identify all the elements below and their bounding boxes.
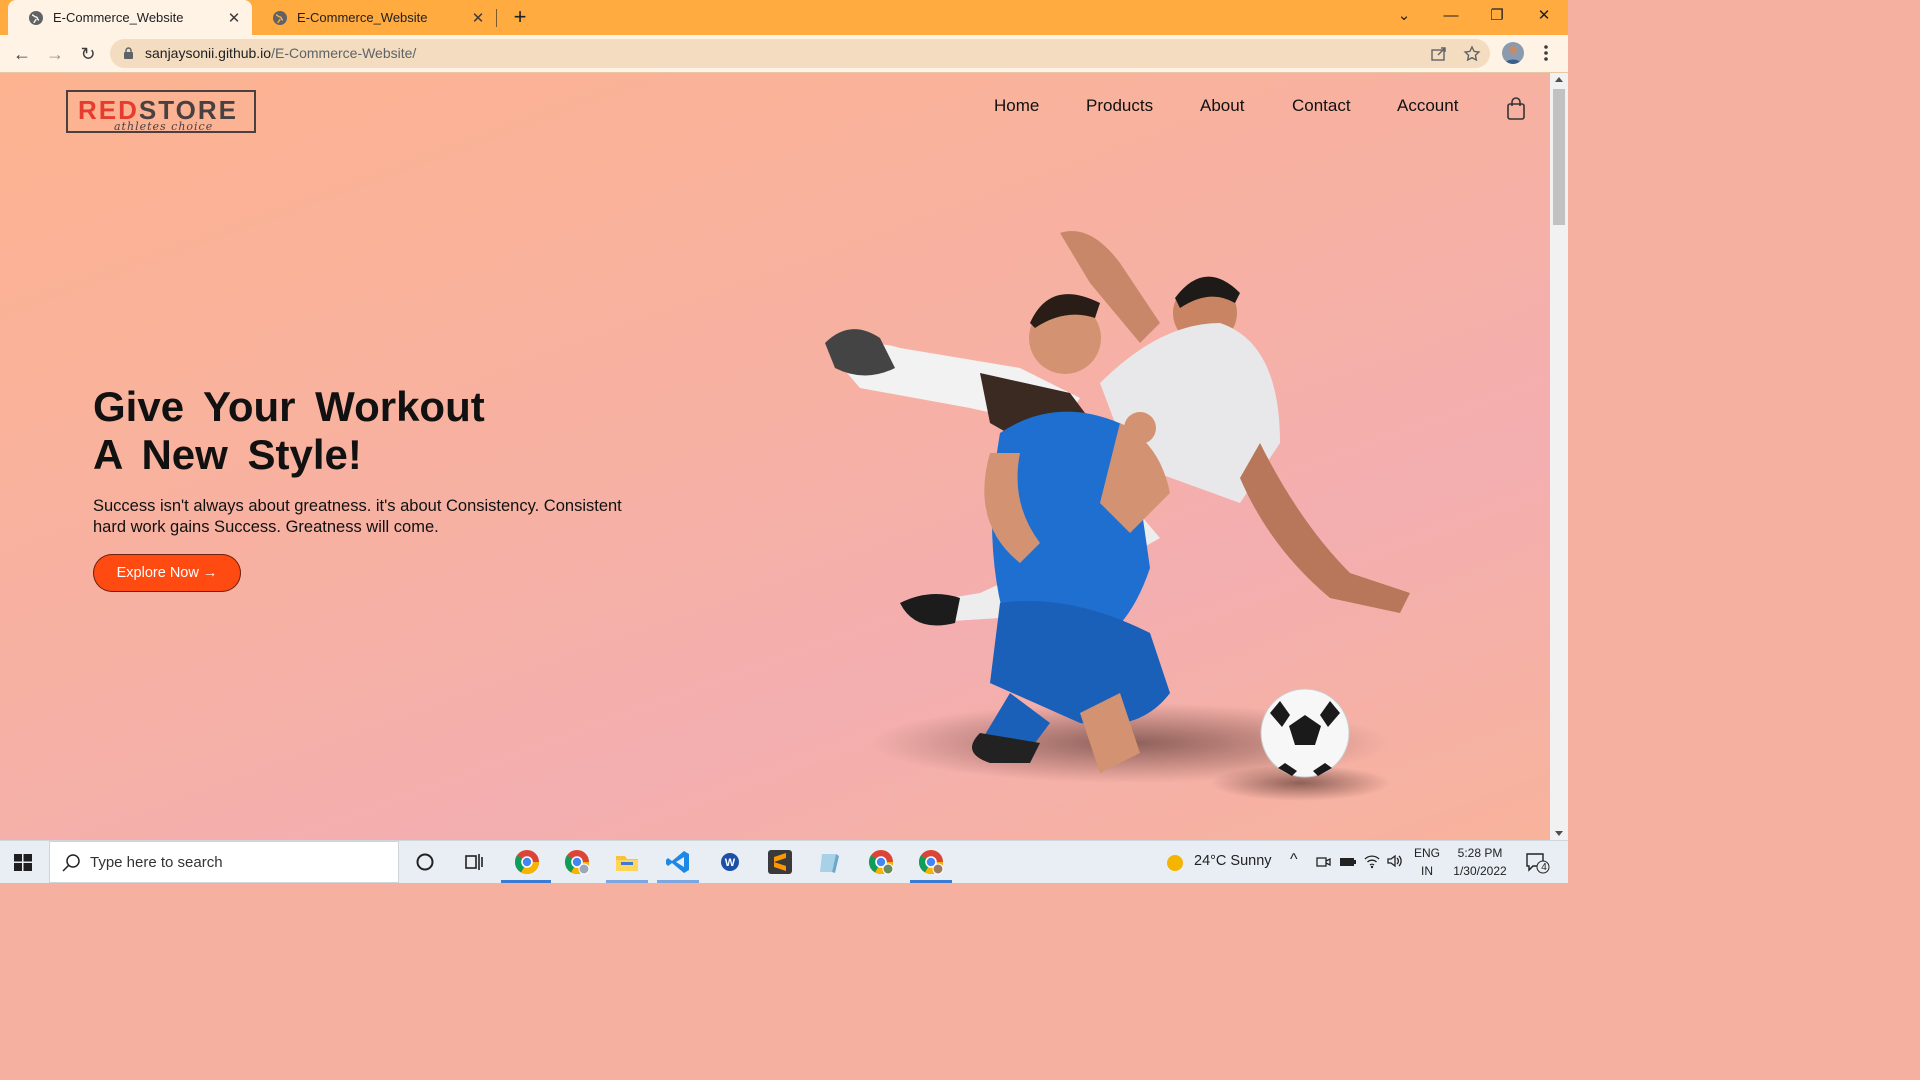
search-placeholder: Type here to search [90,854,223,871]
new-tab-plus-icon[interactable]: + [508,4,532,30]
language-region[interactable]: IN [1412,864,1442,878]
toolbar: ← → ↻ sanjaysonii.github.io/E-Commerce-W… [0,35,1568,73]
menu-kebab-icon[interactable] [1538,40,1554,66]
hero-title-line-2: A New Style! [93,431,362,478]
task-view-icon[interactable] [460,848,488,876]
meet-now-icon[interactable] [1315,854,1331,870]
nav-about[interactable]: About [1200,96,1244,116]
sublime-text-icon[interactable] [766,848,794,876]
back-arrow-icon[interactable]: ← [8,40,36,68]
volume-icon[interactable] [1386,853,1404,869]
wifi-icon[interactable] [1363,853,1381,869]
browser-tab-active[interactable]: E-Commerce_Website ✕ [8,0,252,35]
minimize-icon[interactable]: — [1428,0,1474,32]
running-app-indicator [606,880,648,883]
page-scrollbar[interactable] [1550,73,1568,840]
hero-title: Give Your Workout A New Style! [93,383,485,479]
scroll-up-arrow-icon[interactable] [1555,77,1563,82]
weather-text[interactable]: 24°C Sunny [1194,853,1272,869]
chrome-icon[interactable] [513,848,541,876]
notepad-w-icon[interactable]: W [716,848,744,876]
bookmark-star-icon[interactable] [1463,45,1481,63]
search-icon [62,854,80,872]
vscode-icon[interactable] [664,848,692,876]
tab-strip: E-Commerce_Website ✕ E-Commerce_Website … [0,0,1568,35]
file-explorer-icon[interactable] [613,848,641,876]
lock-icon [124,47,133,59]
profile-avatar[interactable] [1502,42,1524,64]
tab-divider [496,9,497,27]
url-host: sanjaysonii.github.io [145,45,272,61]
running-app-indicator [657,880,699,883]
paint-3d-icon[interactable] [816,848,844,876]
scrollbar-thumb[interactable] [1553,89,1565,225]
tab-title: E-Commerce_Website [297,10,428,25]
battery-icon[interactable] [1339,855,1357,869]
taskbar: Type here to search W 24°C Sunny ^ ENG I… [0,840,1568,883]
clock-time[interactable]: 5:28 PM [1448,846,1512,860]
close-icon[interactable]: ✕ [222,9,246,27]
web-page: REDSTORE athletes choice Home Products A… [0,73,1550,840]
forward-arrow-icon[interactable]: → [41,40,69,68]
address-bar[interactable]: sanjaysonii.github.io/E-Commerce-Website… [110,39,1490,68]
logo[interactable]: REDSTORE athletes choice [66,90,256,133]
hero-football-players-image [825,231,1410,801]
notification-count-badge: 4 [1541,862,1547,873]
chrome-icon-2[interactable] [867,848,895,876]
browser-tab[interactable]: E-Commerce_Website ✕ [252,0,496,35]
explore-now-button[interactable]: Explore Now → [93,554,241,592]
chrome-profile-icon[interactable] [563,848,591,876]
logo-tagline: athletes choice [114,120,214,133]
svg-text:W: W [725,857,736,869]
nav-contact[interactable]: Contact [1292,96,1351,116]
language-code[interactable]: ENG [1412,846,1442,860]
close-icon[interactable]: ✕ [466,9,490,27]
globe-icon [29,10,43,25]
hero-title-line-1: Give Your Workout [93,383,485,430]
tab-title: E-Commerce_Website [53,10,184,25]
window-close-icon[interactable]: ✕ [1521,0,1567,32]
share-icon[interactable] [1430,45,1448,63]
nav-home[interactable]: Home [994,96,1039,116]
nav-account[interactable]: Account [1397,96,1458,116]
chrome-icon-3[interactable] [917,848,945,876]
scroll-down-arrow-icon[interactable] [1555,831,1563,836]
active-app-indicator [501,880,551,883]
globe-icon [273,10,287,25]
hero-description: Success isn't always about greatness. it… [93,497,622,536]
url-text: sanjaysonii.github.io/E-Commerce-Website… [145,45,416,61]
reload-icon[interactable]: ↻ [74,40,102,68]
cart-bag-icon[interactable] [1505,97,1527,121]
sun-weather-icon [1167,855,1183,871]
running-app-indicator [910,880,952,883]
restore-icon[interactable]: ❐ [1474,0,1520,32]
clock-date[interactable]: 1/30/2022 [1448,864,1512,878]
chevron-up-icon[interactable]: ^ [1290,851,1298,869]
url-path: /E-Commerce-Website/ [271,45,417,61]
nav-products[interactable]: Products [1086,96,1153,116]
cortana-circle-icon[interactable] [411,848,439,876]
tab-search-chevron-icon[interactable]: ⌄ [1381,0,1427,32]
windows-start-icon[interactable] [14,854,32,871]
taskbar-search-box[interactable]: Type here to search [49,841,399,883]
